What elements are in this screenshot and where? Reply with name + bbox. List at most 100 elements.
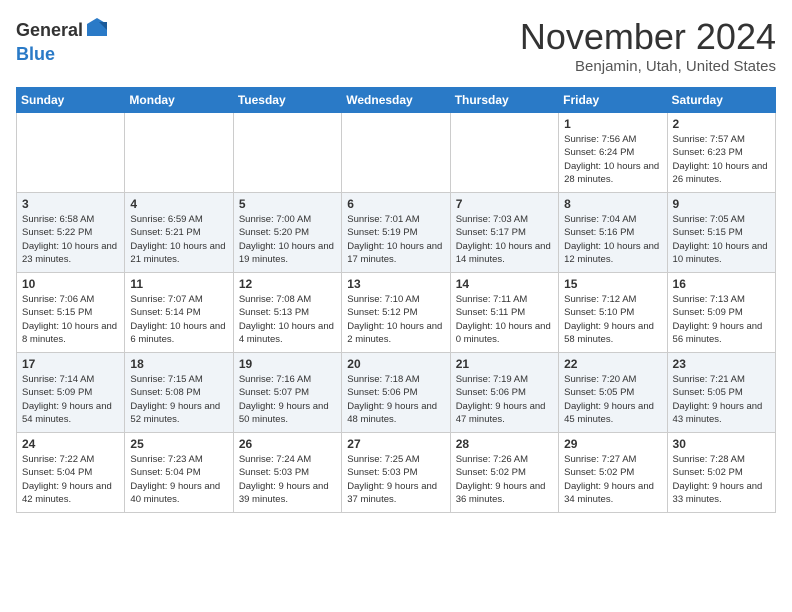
logo-general: General (16, 21, 83, 41)
calendar-day-cell: 4 Sunrise: 6:59 AMSunset: 5:21 PMDaylight… (125, 193, 233, 273)
day-info: Sunrise: 7:26 AMSunset: 5:02 PMDaylight:… (456, 453, 553, 506)
day-number: 4 (130, 197, 227, 211)
day-info: Sunrise: 7:08 AMSunset: 5:13 PMDaylight:… (239, 293, 336, 346)
day-number: 16 (673, 277, 770, 291)
calendar-day-cell: 7 Sunrise: 7:03 AMSunset: 5:17 PMDaylight… (450, 193, 558, 273)
calendar-day-cell: 26 Sunrise: 7:24 AMSunset: 5:03 PMDayligh… (233, 433, 341, 513)
day-info: Sunrise: 7:03 AMSunset: 5:17 PMDaylight:… (456, 213, 553, 266)
day-number: 20 (347, 357, 444, 371)
month-title: November 2024 (520, 16, 776, 58)
day-number: 8 (564, 197, 661, 211)
day-info: Sunrise: 7:16 AMSunset: 5:07 PMDaylight:… (239, 373, 336, 426)
day-info: Sunrise: 7:15 AMSunset: 5:08 PMDaylight:… (130, 373, 227, 426)
day-number: 10 (22, 277, 119, 291)
day-number: 30 (673, 437, 770, 451)
calendar-day-cell: 8Sunrise: 7:04 AMSunset: 5:16 PMDaylight… (559, 193, 667, 273)
calendar-day-cell (233, 113, 341, 193)
calendar-day-cell: 20 Sunrise: 7:18 AMSunset: 5:06 PMDayligh… (342, 353, 450, 433)
day-info: Sunrise: 7:00 AMSunset: 5:20 PMDaylight:… (239, 213, 336, 266)
day-info: Sunrise: 7:24 AMSunset: 5:03 PMDaylight:… (239, 453, 336, 506)
day-number: 26 (239, 437, 336, 451)
calendar-week-row: 24 Sunrise: 7:22 AMSunset: 5:04 PMDayligh… (17, 433, 776, 513)
day-info: Sunrise: 7:10 AMSunset: 5:12 PMDaylight:… (347, 293, 444, 346)
weekday-header-cell: Monday (125, 88, 233, 113)
weekday-header-cell: Friday (559, 88, 667, 113)
weekday-header-cell: Saturday (667, 88, 775, 113)
calendar-day-cell: 14Sunrise: 7:11 AMSunset: 5:11 PMDayligh… (450, 273, 558, 353)
calendar-day-cell: 23 Sunrise: 7:21 AMSunset: 5:05 PMDayligh… (667, 353, 775, 433)
day-info: Sunrise: 7:05 AMSunset: 5:15 PMDaylight:… (673, 213, 770, 266)
calendar-day-cell: 10 Sunrise: 7:06 AMSunset: 5:15 PMDayligh… (17, 273, 125, 353)
calendar-week-row: 3Sunrise: 6:58 AMSunset: 5:22 PMDaylight… (17, 193, 776, 273)
calendar-day-cell: 12 Sunrise: 7:08 AMSunset: 5:13 PMDayligh… (233, 273, 341, 353)
calendar-day-cell (450, 113, 558, 193)
day-info: Sunrise: 7:25 AMSunset: 5:03 PMDaylight:… (347, 453, 444, 506)
calendar-day-cell: 25Sunrise: 7:23 AMSunset: 5:04 PMDayligh… (125, 433, 233, 513)
day-number: 28 (456, 437, 553, 451)
day-info: Sunrise: 7:23 AMSunset: 5:04 PMDaylight:… (130, 453, 227, 506)
day-number: 29 (564, 437, 661, 451)
day-number: 13 (347, 277, 444, 291)
day-number: 1 (564, 117, 661, 131)
day-number: 18 (130, 357, 227, 371)
calendar-day-cell: 30Sunrise: 7:28 AMSunset: 5:02 PMDayligh… (667, 433, 775, 513)
calendar-day-cell: 15Sunrise: 7:12 AMSunset: 5:10 PMDayligh… (559, 273, 667, 353)
day-number: 19 (239, 357, 336, 371)
day-info: Sunrise: 7:22 AMSunset: 5:04 PMDaylight:… (22, 453, 119, 506)
day-info: Sunrise: 7:12 AMSunset: 5:10 PMDaylight:… (564, 293, 661, 346)
day-info: Sunrise: 7:56 AMSunset: 6:24 PMDaylight:… (564, 133, 661, 186)
day-number: 12 (239, 277, 336, 291)
weekday-header-cell: Thursday (450, 88, 558, 113)
weekday-header-cell: Tuesday (233, 88, 341, 113)
day-number: 21 (456, 357, 553, 371)
day-info: Sunrise: 7:07 AMSunset: 5:14 PMDaylight:… (130, 293, 227, 346)
day-info: Sunrise: 7:57 AMSunset: 6:23 PMDaylight:… (673, 133, 770, 186)
day-info: Sunrise: 7:21 AMSunset: 5:05 PMDaylight:… (673, 373, 770, 426)
day-number: 14 (456, 277, 553, 291)
day-number: 27 (347, 437, 444, 451)
day-info: Sunrise: 7:13 AMSunset: 5:09 PMDaylight:… (673, 293, 770, 346)
calendar-day-cell: 1 Sunrise: 7:56 AMSunset: 6:24 PMDaylight… (559, 113, 667, 193)
calendar-day-cell (125, 113, 233, 193)
day-number: 22 (564, 357, 661, 371)
logo: General Blue (16, 16, 109, 65)
calendar-day-cell: 6 Sunrise: 7:01 AMSunset: 5:19 PMDaylight… (342, 193, 450, 273)
day-info: Sunrise: 7:19 AMSunset: 5:06 PMDaylight:… (456, 373, 553, 426)
day-number: 17 (22, 357, 119, 371)
title-area: November 2024 Benjamin, Utah, United Sta… (520, 16, 776, 75)
calendar-day-cell: 17Sunrise: 7:14 AMSunset: 5:09 PMDayligh… (17, 353, 125, 433)
logo-icon (85, 16, 109, 45)
calendar-day-cell (17, 113, 125, 193)
calendar-day-cell: 9Sunrise: 7:05 AMSunset: 5:15 PMDaylight… (667, 193, 775, 273)
logo-blue: Blue (16, 45, 109, 65)
day-number: 5 (239, 197, 336, 211)
day-number: 11 (130, 277, 227, 291)
weekday-header-row: SundayMondayTuesdayWednesdayThursdayFrid… (17, 88, 776, 113)
calendar-day-cell: 13 Sunrise: 7:10 AMSunset: 5:12 PMDayligh… (342, 273, 450, 353)
calendar-day-cell: 19 Sunrise: 7:16 AMSunset: 5:07 PMDayligh… (233, 353, 341, 433)
day-info: Sunrise: 7:27 AMSunset: 5:02 PMDaylight:… (564, 453, 661, 506)
calendar-day-cell (342, 113, 450, 193)
day-info: Sunrise: 6:59 AMSunset: 5:21 PMDaylight:… (130, 213, 227, 266)
day-number: 7 (456, 197, 553, 211)
day-number: 24 (22, 437, 119, 451)
day-info: Sunrise: 7:06 AMSunset: 5:15 PMDaylight:… (22, 293, 119, 346)
weekday-header-cell: Sunday (17, 88, 125, 113)
calendar-day-cell: 29 Sunrise: 7:27 AMSunset: 5:02 PMDayligh… (559, 433, 667, 513)
calendar-day-cell: 21 Sunrise: 7:19 AMSunset: 5:06 PMDayligh… (450, 353, 558, 433)
calendar-week-row: 17Sunrise: 7:14 AMSunset: 5:09 PMDayligh… (17, 353, 776, 433)
calendar-day-cell: 16 Sunrise: 7:13 AMSunset: 5:09 PMDayligh… (667, 273, 775, 353)
calendar-day-cell: 3Sunrise: 6:58 AMSunset: 5:22 PMDaylight… (17, 193, 125, 273)
day-info: Sunrise: 7:01 AMSunset: 5:19 PMDaylight:… (347, 213, 444, 266)
calendar-day-cell: 28 Sunrise: 7:26 AMSunset: 5:02 PMDayligh… (450, 433, 558, 513)
calendar-day-cell: 27 Sunrise: 7:25 AMSunset: 5:03 PMDayligh… (342, 433, 450, 513)
calendar-week-row: 1 Sunrise: 7:56 AMSunset: 6:24 PMDaylight… (17, 113, 776, 193)
day-number: 6 (347, 197, 444, 211)
day-info: Sunrise: 7:20 AMSunset: 5:05 PMDaylight:… (564, 373, 661, 426)
day-info: Sunrise: 7:18 AMSunset: 5:06 PMDaylight:… (347, 373, 444, 426)
day-number: 23 (673, 357, 770, 371)
weekday-header-cell: Wednesday (342, 88, 450, 113)
calendar-day-cell: 24 Sunrise: 7:22 AMSunset: 5:04 PMDayligh… (17, 433, 125, 513)
calendar-body: 1 Sunrise: 7:56 AMSunset: 6:24 PMDaylight… (17, 113, 776, 513)
day-number: 3 (22, 197, 119, 211)
